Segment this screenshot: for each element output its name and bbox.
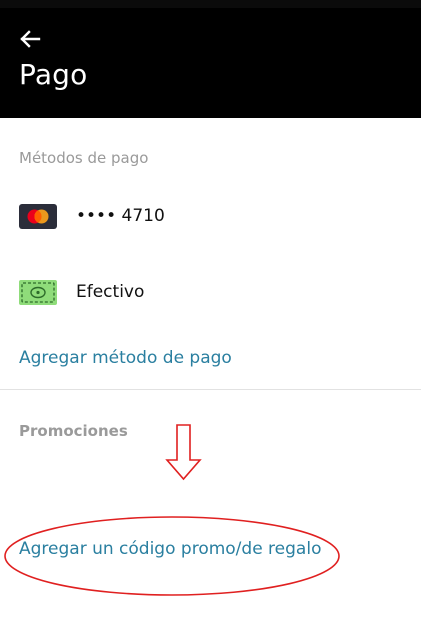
add-payment-method-link[interactable]: Agregar método de pago xyxy=(19,348,232,368)
mastercard-icon xyxy=(19,204,57,229)
header-bar: Pago xyxy=(0,0,421,118)
page-title: Pago xyxy=(19,58,88,91)
promotions-label: Promociones xyxy=(19,422,128,440)
card-number-label: •••• 4710 xyxy=(76,206,165,226)
arrow-left-icon xyxy=(20,30,41,48)
cash-label: Efectivo xyxy=(76,282,145,302)
status-bar xyxy=(0,0,421,8)
payment-method-card[interactable]: •••• 4710 xyxy=(0,194,421,238)
payment-methods-label: Métodos de pago xyxy=(19,149,149,167)
payment-method-cash[interactable]: Efectivo xyxy=(0,270,421,314)
back-button[interactable] xyxy=(12,24,48,54)
section-divider xyxy=(0,389,421,390)
payment-screen: Pago Métodos de pago •••• 4710 Efectivo … xyxy=(0,0,421,625)
cash-icon xyxy=(19,280,57,305)
down-arrow-annotation-icon xyxy=(165,424,202,481)
add-promo-code-link[interactable]: Agregar un código promo/de regalo xyxy=(19,539,321,559)
